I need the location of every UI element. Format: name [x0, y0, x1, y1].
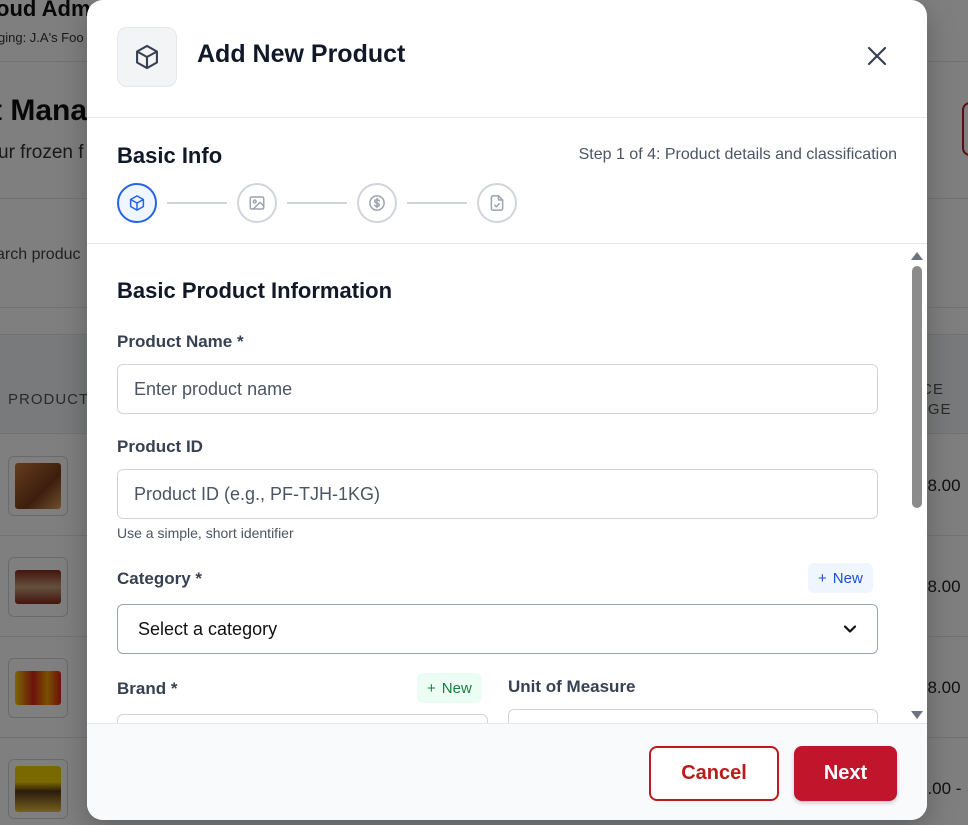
dollar-icon: [369, 195, 385, 211]
brand-select[interactable]: [117, 714, 488, 723]
category-selected-value: Select a category: [138, 618, 278, 639]
modal-footer: Cancel Next: [87, 723, 927, 820]
form-content: Basic Product Information Product Name *…: [87, 245, 927, 723]
category-label: Category *: [117, 569, 203, 588]
plus-icon: +: [818, 569, 827, 587]
cancel-button[interactable]: Cancel: [649, 746, 779, 801]
image-icon: [249, 196, 265, 210]
step-name: Basic Info: [117, 143, 223, 168]
new-brand-button[interactable]: + New: [417, 673, 482, 703]
plus-icon: +: [427, 679, 436, 697]
scroll-up-arrow-icon[interactable]: [911, 252, 923, 260]
stepper: [117, 183, 517, 223]
product-id-input[interactable]: [117, 469, 878, 519]
product-name-label: Product Name *: [117, 332, 244, 351]
close-button[interactable]: [861, 40, 893, 72]
step-4-review[interactable]: [477, 183, 517, 223]
new-brand-label: New: [441, 679, 472, 697]
modal-header: Add New Product: [87, 0, 927, 118]
document-check-icon: [490, 195, 504, 211]
step-connector: [287, 202, 347, 204]
close-icon: [867, 46, 887, 66]
step-connector: [167, 202, 227, 204]
scroll-down-arrow-icon[interactable]: [911, 711, 923, 719]
step-3-pricing[interactable]: [357, 183, 397, 223]
brand-label: Brand *: [117, 679, 178, 698]
scrollbar-thumb[interactable]: [912, 266, 922, 508]
stepper-section: Basic Info Step 1 of 4: Product details …: [87, 118, 927, 244]
step-1-basic-info[interactable]: [117, 183, 157, 223]
chevron-down-icon: [843, 625, 857, 633]
unit-of-measure-label: Unit of Measure: [508, 677, 636, 696]
new-category-button[interactable]: + New: [808, 563, 873, 593]
section-title: Basic Product Information: [117, 278, 393, 303]
box-icon: [117, 27, 177, 87]
unit-of-measure-select[interactable]: [508, 709, 878, 723]
step-connector: [407, 202, 467, 204]
modal-title: Add New Product: [197, 40, 406, 68]
next-button[interactable]: Next: [794, 746, 897, 801]
box-icon: [129, 195, 145, 211]
step-2-images[interactable]: [237, 183, 277, 223]
step-description: Step 1 of 4: Product details and classif…: [578, 146, 897, 163]
content-scrollbar[interactable]: [909, 248, 923, 724]
new-category-label: New: [832, 569, 863, 587]
product-id-hint: Use a simple, short identifier: [117, 525, 294, 541]
product-id-label: Product ID: [117, 437, 203, 456]
add-product-modal: Add New Product Basic Info Step 1 of 4: …: [87, 0, 927, 820]
category-select[interactable]: Select a category: [117, 604, 878, 654]
product-name-input[interactable]: [117, 364, 878, 414]
